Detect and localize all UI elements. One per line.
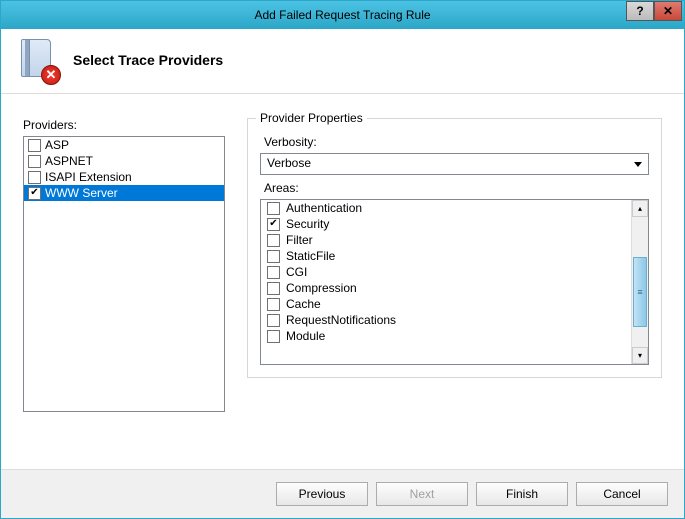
provider-properties-group: Provider Properties Verbosity: Verbose A…: [247, 118, 662, 378]
verbosity-value: Verbose: [267, 156, 311, 170]
checkbox-icon[interactable]: [267, 218, 280, 231]
provider-item-isapi[interactable]: ISAPI Extension: [24, 169, 224, 185]
close-button[interactable]: ✕: [654, 1, 682, 21]
provider-item-asp[interactable]: ASP: [24, 137, 224, 153]
content-area: Providers: ASP ASPNET ISAPI Extension WW…: [1, 94, 684, 420]
areas-list: Authentication Security Filter Stat: [261, 200, 631, 364]
checkbox-icon[interactable]: [267, 298, 280, 311]
titlebar: Add Failed Request Tracing Rule ? ✕: [1, 1, 684, 29]
area-label: Filter: [286, 233, 313, 247]
areas-label: Areas:: [264, 181, 649, 195]
area-label: Cache: [286, 297, 321, 311]
checkbox-icon[interactable]: [28, 171, 41, 184]
provider-item-aspnet[interactable]: ASPNET: [24, 153, 224, 169]
area-item-staticfile[interactable]: StaticFile: [261, 248, 631, 264]
checkbox-icon[interactable]: [28, 155, 41, 168]
checkbox-icon[interactable]: [267, 234, 280, 247]
providers-label: Providers:: [23, 118, 225, 132]
wizard-footer: Previous Next Finish Cancel: [1, 469, 684, 518]
provider-label: ASP: [45, 138, 69, 152]
areas-scrollbar[interactable]: ▴ ▾: [631, 200, 648, 364]
titlebar-buttons: ? ✕: [626, 1, 682, 21]
scroll-track[interactable]: [632, 217, 648, 347]
area-item-requestnotifications[interactable]: RequestNotifications: [261, 312, 631, 328]
area-label: Authentication: [286, 201, 362, 215]
checkbox-icon[interactable]: [267, 330, 280, 343]
scroll-down-icon[interactable]: ▾: [632, 347, 648, 364]
area-label: Compression: [286, 281, 357, 295]
scroll-up-icon[interactable]: ▴: [632, 200, 648, 217]
checkbox-icon[interactable]: [267, 250, 280, 263]
area-item-module[interactable]: Module: [261, 328, 631, 344]
checkbox-icon[interactable]: [28, 187, 41, 200]
cancel-button[interactable]: Cancel: [576, 482, 668, 506]
provider-label: WWW Server: [45, 186, 118, 200]
verbosity-select[interactable]: Verbose: [260, 153, 649, 175]
wizard-header: ✕ Select Trace Providers: [1, 29, 684, 87]
wizard-icon: ✕: [19, 39, 57, 81]
provider-label: ISAPI Extension: [45, 170, 132, 184]
area-item-authentication[interactable]: Authentication: [261, 200, 631, 216]
error-badge-icon: ✕: [41, 65, 61, 85]
dialog-window: Add Failed Request Tracing Rule ? ✕ ✕ Se…: [0, 0, 685, 519]
finish-button[interactable]: Finish: [476, 482, 568, 506]
providers-listbox[interactable]: ASP ASPNET ISAPI Extension WWW Server: [23, 136, 225, 412]
areas-listbox[interactable]: Authentication Security Filter Stat: [260, 199, 649, 365]
area-label: RequestNotifications: [286, 313, 396, 327]
area-label: CGI: [286, 265, 307, 279]
scroll-thumb[interactable]: [633, 257, 647, 327]
next-button: Next: [376, 482, 468, 506]
verbosity-label: Verbosity:: [264, 135, 649, 149]
help-button[interactable]: ?: [626, 1, 654, 21]
checkbox-icon[interactable]: [267, 202, 280, 215]
providers-column: Providers: ASP ASPNET ISAPI Extension WW…: [23, 118, 225, 412]
area-label: StaticFile: [286, 249, 335, 263]
area-label: Security: [286, 217, 329, 231]
area-item-filter[interactable]: Filter: [261, 232, 631, 248]
provider-item-wwwserver[interactable]: WWW Server: [24, 185, 224, 201]
previous-button[interactable]: Previous: [276, 482, 368, 506]
checkbox-icon[interactable]: [267, 266, 280, 279]
checkbox-icon[interactable]: [28, 139, 41, 152]
page-title: Select Trace Providers: [73, 52, 223, 68]
group-title: Provider Properties: [256, 111, 367, 125]
checkbox-icon[interactable]: [267, 282, 280, 295]
provider-label: ASPNET: [45, 154, 93, 168]
area-item-compression[interactable]: Compression: [261, 280, 631, 296]
window-title: Add Failed Request Tracing Rule: [1, 8, 684, 22]
area-item-cache[interactable]: Cache: [261, 296, 631, 312]
area-item-cgi[interactable]: CGI: [261, 264, 631, 280]
area-label: Module: [286, 329, 325, 343]
area-item-security[interactable]: Security: [261, 216, 631, 232]
checkbox-icon[interactable]: [267, 314, 280, 327]
properties-column: Provider Properties Verbosity: Verbose A…: [247, 118, 662, 412]
